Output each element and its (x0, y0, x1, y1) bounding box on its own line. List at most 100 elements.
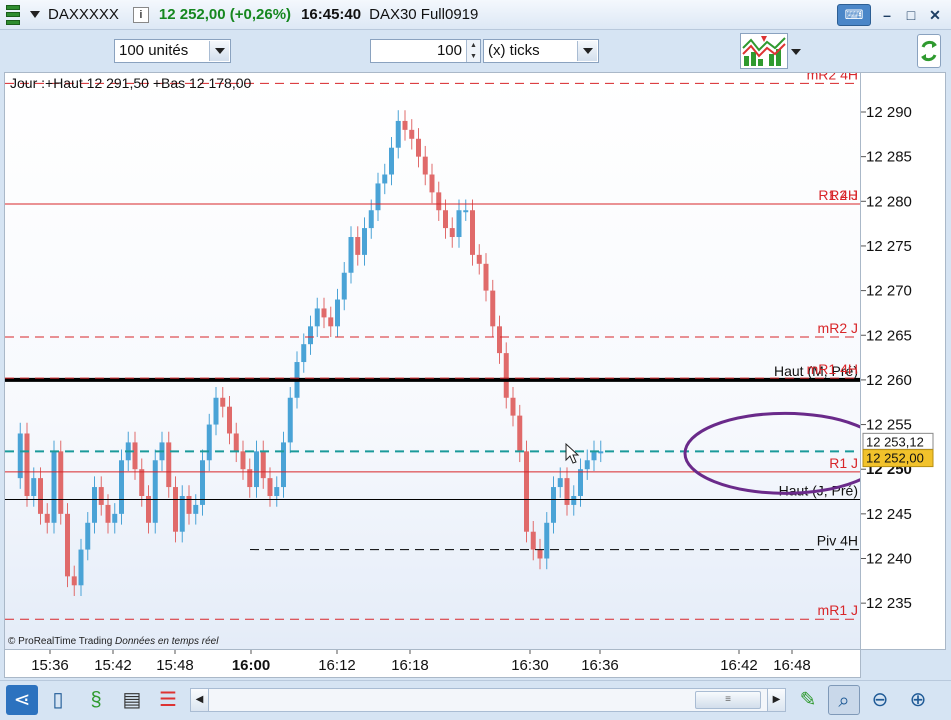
time-axis[interactable]: 15:36 15:42 15:48 16:00 16:12 16:18 16:30 16:36… (4, 650, 861, 678)
scroll-thumb[interactable]: ≡ (695, 691, 761, 709)
level-label-mr2-j: mR2 J (818, 320, 858, 336)
quantity-stepper[interactable]: ▲ ▼ (466, 40, 480, 62)
ticks-unit-select[interactable]: (x) ticks (483, 39, 599, 63)
price-tick-label: 12 275 (866, 238, 912, 255)
indicator-toggle-button[interactable] (740, 33, 788, 69)
candle-body (139, 469, 145, 496)
price-tick-label: 12 270 (866, 283, 912, 300)
candle-body (321, 308, 327, 318)
ticks-unit-value: (x) ticks (488, 42, 540, 59)
keyboard-icon[interactable]: ⌨ (837, 4, 871, 26)
chevron-down-icon[interactable] (209, 41, 229, 61)
ticker-name[interactable]: DAXXXXX (48, 6, 119, 23)
highlight-ellipse (683, 411, 860, 495)
candle-body (308, 326, 313, 345)
candle-body (274, 487, 280, 496)
last-price-label: 12 252,00 (866, 451, 924, 466)
instrument-dropdown-icon[interactable] (30, 11, 40, 18)
candle-body (395, 120, 401, 148)
candle-body (260, 451, 266, 479)
info-icon[interactable]: i (132, 6, 149, 23)
candlestick-chart[interactable]: mR2 4HR1 4HR2 JmR2 JHaut (M, Pré)mR1 4HR… (5, 73, 861, 650)
candle-body (166, 442, 172, 488)
candle-body (328, 317, 334, 327)
level-label-mr1-4h: mR1 4H (807, 361, 858, 377)
time-tick-label: 16:12 (318, 657, 356, 674)
instrument-description: DAX30 Full0919 (369, 6, 479, 23)
candle-body (78, 549, 84, 586)
zoom-select-icon[interactable]: ⌕ (828, 685, 860, 715)
candle-body (348, 237, 354, 273)
ticks-quantity-input[interactable]: 100 ▲ ▼ (370, 39, 481, 63)
layout-icon[interactable]: ▯ (42, 685, 74, 715)
candle-body (92, 487, 97, 523)
cursor-price-label: 12 253,12 (866, 434, 924, 449)
candle-body (557, 478, 563, 488)
candle-body (206, 424, 212, 461)
candle-body (524, 451, 529, 532)
zoom-in-icon[interactable]: ⊕ (902, 685, 934, 715)
order-book-icon[interactable]: ▤ (116, 685, 148, 715)
time-tick-label: 16:00 (232, 657, 270, 674)
units-select[interactable]: 100 unités (114, 39, 231, 63)
candle-body (503, 353, 509, 398)
level-label-r1-j: R1 J (829, 455, 858, 471)
candle-body (179, 495, 185, 532)
copyright-text: © ProRealTime Trading (8, 636, 113, 647)
candle-body (267, 478, 273, 496)
close-button[interactable]: ✕ (927, 6, 943, 24)
candle-body (112, 513, 118, 523)
candle-body (301, 344, 307, 363)
candle-body (443, 210, 448, 229)
time-tick-label: 15:48 (156, 657, 194, 674)
candle-body (483, 263, 489, 291)
alert-icon[interactable]: ☰ (152, 685, 184, 715)
candle-body (186, 495, 192, 514)
candle-body (463, 210, 469, 213)
time-axis-scale: 15:36 15:42 15:48 16:00 16:12 16:18 16:30 16:36… (31, 650, 811, 674)
candle-body (389, 147, 394, 175)
scroll-right-button[interactable]: ▶ (767, 689, 785, 711)
minimize-button[interactable]: – (879, 6, 895, 24)
time-tick-label: 16:42 (720, 657, 758, 674)
candle-body (173, 487, 178, 532)
candle-body (375, 183, 381, 211)
candle-body (564, 478, 570, 505)
candle-body (254, 451, 259, 488)
time-tick-label: 16:18 (391, 657, 429, 674)
candle-body (119, 460, 124, 514)
refresh-icon (921, 40, 937, 62)
indicator-icon[interactable]: § (80, 685, 112, 715)
candle-body (436, 192, 442, 211)
drawing-tools-icon[interactable]: ✎ (792, 685, 824, 715)
candle-body (341, 272, 347, 300)
maximize-button[interactable]: □ (903, 6, 919, 24)
candle-body (362, 228, 367, 255)
candle-body (429, 174, 435, 193)
zoom-out-icon[interactable]: ⊖ (864, 685, 896, 715)
scroll-left-button[interactable]: ◀ (191, 689, 209, 711)
candle-body (490, 290, 496, 327)
candle-body (85, 522, 91, 550)
price-tick-label: 12 255 (866, 417, 912, 434)
units-select-value: 100 unités (119, 42, 189, 59)
chart-scrollbar[interactable]: ◀ ≡ ▶ (190, 688, 786, 712)
indicator-dropdown-icon[interactable] (789, 33, 803, 69)
price-axis[interactable]: 12 290 12 285 12 280 12 275 12 270 12 265 12 2… (861, 72, 946, 650)
candle-body (44, 513, 50, 523)
time-tick-label: 16:30 (511, 657, 549, 674)
price-chart[interactable]: mR2 4H R1 4H R2 JmR2 J Haut (M, Pré) mR1 4H R… (4, 72, 861, 650)
refresh-panel-button[interactable] (917, 34, 941, 68)
candle-body (24, 433, 30, 496)
time-tick-label: 16:36 (581, 657, 619, 674)
candle-body (220, 397, 226, 407)
title-bar: DAXXXXX i 12 252,00 (+0,26%) 16:45:40 DA… (0, 0, 951, 30)
share-icon[interactable]: ⋖ (6, 685, 38, 715)
candle-body (200, 460, 205, 505)
candle-body (213, 397, 219, 425)
candle-body (584, 460, 590, 470)
price-tick-label: 12 235 (866, 595, 912, 612)
level-label-piv-4h: Piv 4H (817, 533, 858, 549)
drag-grip-icon[interactable] (6, 4, 20, 25)
chevron-down-icon[interactable] (577, 41, 597, 61)
